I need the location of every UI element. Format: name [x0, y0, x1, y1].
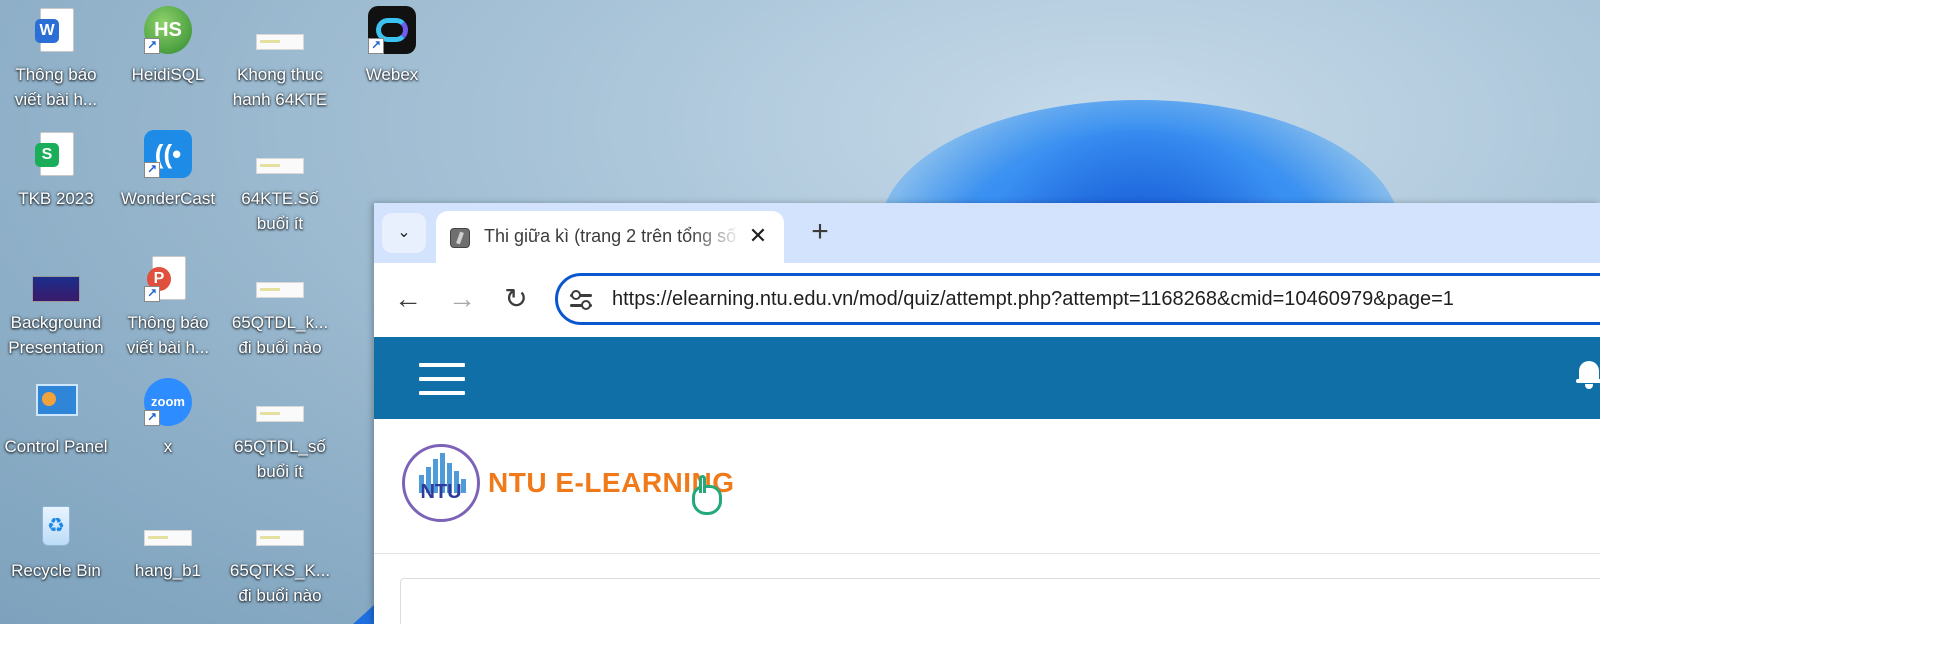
ntu-logo[interactable]: NTU [402, 444, 480, 522]
spreadsheet-thumbnail-icon [144, 502, 192, 550]
heidisql-icon: HS ↗ [144, 6, 192, 54]
site-branding: NTU NTU E-LEARNING [374, 419, 1600, 554]
desktop-icon-hang-b1[interactable]: hang_b1 [112, 502, 224, 583]
desktop-icon-thong-bao-1[interactable]: W Thông báo viết bài h... [0, 6, 112, 112]
wallpaper-corner [352, 605, 374, 624]
desktop-icon-wondercast[interactable]: ((• ↗ WonderCast [112, 130, 224, 211]
desktop-icon-heidisql[interactable]: HS ↗ HeidiSQL [112, 6, 224, 87]
browser-window[interactable]: ⌄ Thi giữa kì (trang 2 trên tổng số ✕ + … [374, 203, 1600, 624]
close-icon[interactable]: ✕ [746, 224, 770, 248]
desktop-icon-label: 65QTDL_k... đi buổi nào [231, 313, 329, 357]
desktop-icon-label: 65QTKS_K... đi buổi nào [229, 561, 331, 605]
desktop-icon-label: hang_b1 [134, 561, 202, 580]
recycle-bin-icon: ♻ [32, 502, 80, 550]
desktop-icon-thong-bao-2[interactable]: P ↗ Thông báo viết bài h... [112, 254, 224, 360]
desktop-icon-webex[interactable]: ↗ Webex [336, 6, 448, 87]
back-button[interactable]: ← [390, 282, 426, 318]
desktop-icon-label: 65QTDL_số buổi ít [234, 437, 326, 481]
desktop-icon-label: Recycle Bin [11, 561, 101, 580]
desktop-icon-label: Thông báo viết bài h... [14, 65, 98, 109]
desktop-icon-label: 64KTE.Số buổi ít [241, 189, 319, 233]
zoom-icon: zoom ↗ [144, 378, 192, 426]
pdf-doc-icon: P ↗ [144, 254, 192, 302]
desktop-icon-65qtks-k[interactable]: 65QTKS_K... đi buổi nào [224, 502, 336, 608]
tab-quiz[interactable]: Thi giữa kì (trang 2 trên tổng số ✕ [436, 211, 784, 263]
site-settings-icon[interactable] [570, 289, 592, 311]
tab-strip: ⌄ Thi giữa kì (trang 2 trên tổng số ✕ + [374, 203, 1600, 263]
desktop-icon-control-panel[interactable]: Control Panel [0, 378, 112, 459]
spreadsheet-thumbnail-icon [256, 254, 304, 302]
new-tab-button[interactable]: + [804, 217, 836, 249]
desktop-icon-recycle-bin[interactable]: ♻ Recycle Bin [0, 502, 112, 583]
desktop-icon-65qtdl-so[interactable]: 65QTDL_số buổi ít [224, 378, 336, 484]
address-bar[interactable]: https://elearning.ntu.edu.vn/mod/quiz/at… [555, 273, 1600, 325]
hand-pointer-icon [692, 475, 730, 519]
forward-button[interactable]: → [444, 282, 480, 318]
desktop-background: W Thông báo viết bài h... S TKB 2023 Bac… [0, 0, 1600, 624]
desktop-icon-label: Webex [365, 65, 419, 84]
desktop-icon-label: WonderCast [120, 189, 216, 208]
desktop-icon-65qtdl-k[interactable]: 65QTDL_k... đi buổi nào [224, 254, 336, 360]
desktop-icon-tkb-2023[interactable]: S TKB 2023 [0, 130, 112, 211]
site-header [374, 337, 1600, 419]
spreadsheet-thumbnail-icon [256, 502, 304, 550]
desktop-icon-label: HeidiSQL [131, 65, 205, 84]
desktop-icon-label: Background Presentation [8, 313, 104, 357]
page-favicon-icon [450, 228, 470, 248]
desktop-icon-label: Thông báo viết bài h... [126, 313, 210, 357]
menu-icon[interactable] [419, 363, 465, 395]
control-panel-icon [32, 378, 80, 426]
wondercast-icon: ((• ↗ [144, 130, 192, 178]
desktop-icon-khong-thuc-hanh[interactable]: Khong thuc hanh 64KTE [224, 6, 336, 112]
desktop-icon-64kte[interactable]: 64KTE.Số buổi ít [224, 130, 336, 236]
logo-badge-text: NTU [420, 481, 462, 503]
wps-sheet-icon: S [32, 130, 80, 178]
webex-icon: ↗ [368, 6, 416, 54]
word-doc-icon: W [32, 6, 80, 54]
desktop-icon-zoom[interactable]: zoom ↗ x [112, 378, 224, 459]
tab-search-button[interactable]: ⌄ [382, 213, 426, 253]
reload-button[interactable]: ↻ [498, 282, 534, 318]
presentation-thumbnail-icon [32, 254, 80, 302]
notification-bell-icon[interactable] [1576, 359, 1600, 389]
desktop-icon-label: Control Panel [4, 437, 108, 456]
desktop-icon-label: Khong thuc hanh 64KTE [232, 65, 328, 109]
desktop-icon-label: TKB 2023 [18, 189, 94, 208]
quiz-content-card [400, 578, 1600, 624]
tab-title: Thi giữa kì (trang 2 trên tổng số [484, 226, 737, 246]
desktop-icon-background-presentation[interactable]: Background Presentation [0, 254, 112, 360]
browser-toolbar: ← → ↻ https://elearning.ntu.edu.vn/mod/q… [374, 263, 1600, 337]
desktop-icon-label: x [163, 437, 173, 456]
spreadsheet-thumbnail-icon [256, 6, 304, 54]
spreadsheet-thumbnail-icon [256, 378, 304, 426]
url-text[interactable]: https://elearning.ntu.edu.vn/mod/quiz/at… [612, 288, 1454, 311]
spreadsheet-thumbnail-icon [256, 130, 304, 178]
